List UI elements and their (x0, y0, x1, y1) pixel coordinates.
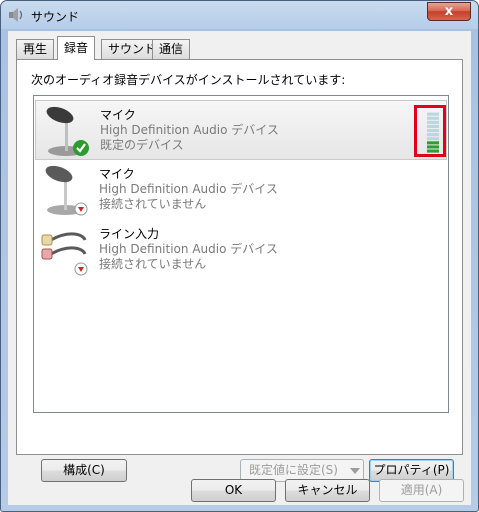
configure-button[interactable]: 構成(C) (41, 459, 127, 482)
device-status: 接続されていません (99, 257, 207, 271)
level-meter (427, 112, 439, 153)
title-bar[interactable]: サウンド x (1, 1, 478, 31)
tab-recording[interactable]: 録音 (57, 36, 96, 60)
device-list[interactable]: マイク High Definition Audio デバイス 既定のデバイス マ… (33, 95, 449, 413)
close-button[interactable]: x (427, 2, 471, 21)
meter-segment (427, 124, 439, 128)
device-status: 既定のデバイス (100, 138, 184, 152)
tab-playback[interactable]: 再生 (16, 39, 55, 59)
list-item-microphone-default[interactable]: マイク High Definition Audio デバイス 既定のデバイス (35, 100, 447, 160)
list-item-line-in[interactable]: ライン入力 High Definition Audio デバイス 接続されていま… (35, 220, 447, 280)
list-item-microphone[interactable]: マイク High Definition Audio デバイス 接続されていません (35, 160, 447, 220)
microphone-icon (45, 165, 88, 216)
panel-caption: 次のオーディオ録音デバイスがインストールされています: (31, 73, 346, 87)
close-icon: x (444, 4, 454, 19)
meter-segment (427, 145, 439, 149)
meter-segment (427, 137, 439, 141)
apply-button[interactable]: 適用(A) (379, 479, 464, 502)
cancel-button[interactable]: キャンセル (285, 479, 370, 502)
line-in-cable-icon (41, 232, 88, 276)
meter-segment (427, 133, 439, 137)
level-meter-highlight (414, 105, 446, 157)
ok-button[interactable]: OK (191, 479, 276, 502)
recording-panel: 次のオーディオ録音デバイスがインストールされています: マイク High Def… (16, 59, 463, 482)
sound-dialog: サウンド x 再生 録音 サウンド 通信 次のオーディオ録音デバイスがインストー… (0, 0, 479, 512)
meter-segment (427, 120, 439, 124)
dialog-client: 再生 録音 サウンド 通信 次のオーディオ録音デバイスがインストールされています… (8, 31, 471, 505)
meter-segment (427, 112, 439, 116)
microphone-icon (46, 106, 89, 156)
meter-segment (427, 149, 439, 153)
speaker-icon (9, 8, 23, 22)
meter-segment (427, 116, 439, 120)
device-status: 接続されていません (99, 197, 207, 211)
window-title: サウンド (31, 10, 80, 24)
meter-segment (427, 129, 439, 133)
tab-communications[interactable]: 通信 (152, 39, 191, 59)
meter-segment (427, 141, 439, 145)
